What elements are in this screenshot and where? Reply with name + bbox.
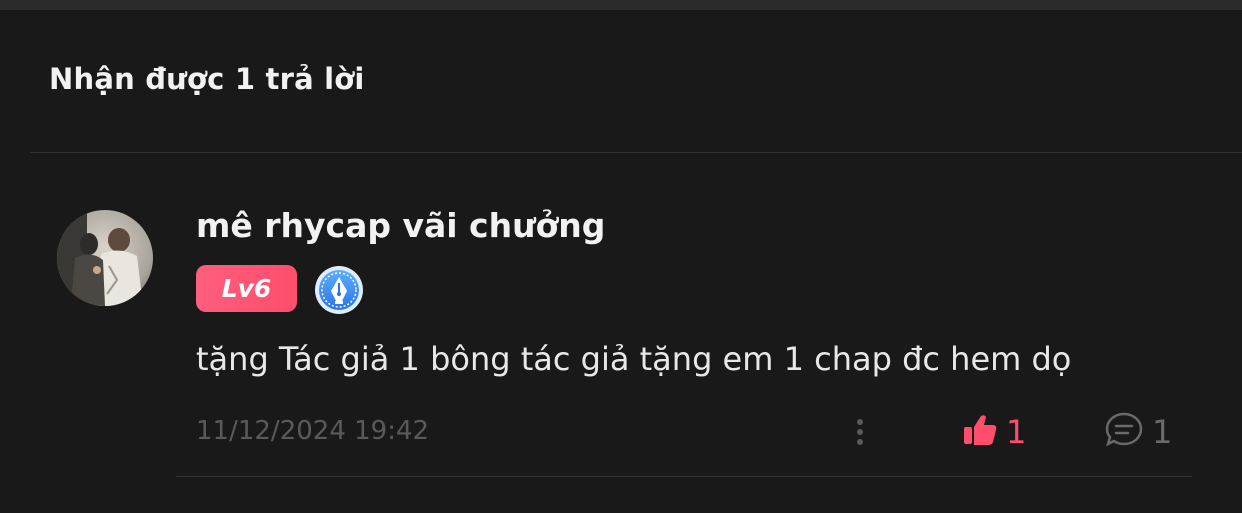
username[interactable]: mê rhycap vãi chưởng (196, 206, 605, 245)
more-vertical-icon[interactable] (848, 414, 872, 450)
page-title: Nhận được 1 trả lời (49, 62, 365, 96)
divider (30, 152, 1242, 153)
avatar-image (57, 210, 153, 306)
avatar[interactable] (57, 210, 153, 306)
reply-button[interactable]: 1 (1104, 412, 1172, 452)
divider (176, 476, 1192, 477)
comment-bubble-icon (1104, 411, 1144, 453)
like-count: 1 (1006, 413, 1027, 451)
timestamp: 11/12/2024 19:42 (196, 416, 430, 446)
reply-count: 1 (1152, 413, 1173, 451)
like-button[interactable]: 1 (962, 412, 1026, 452)
comment-text: tặng Tác giả 1 bông tác giả tặng em 1 ch… (196, 340, 1072, 378)
level-badge: Lv6 (196, 265, 297, 312)
top-bar (0, 0, 1242, 10)
pen-nib-icon (314, 265, 364, 315)
thumbs-up-icon (962, 412, 998, 452)
